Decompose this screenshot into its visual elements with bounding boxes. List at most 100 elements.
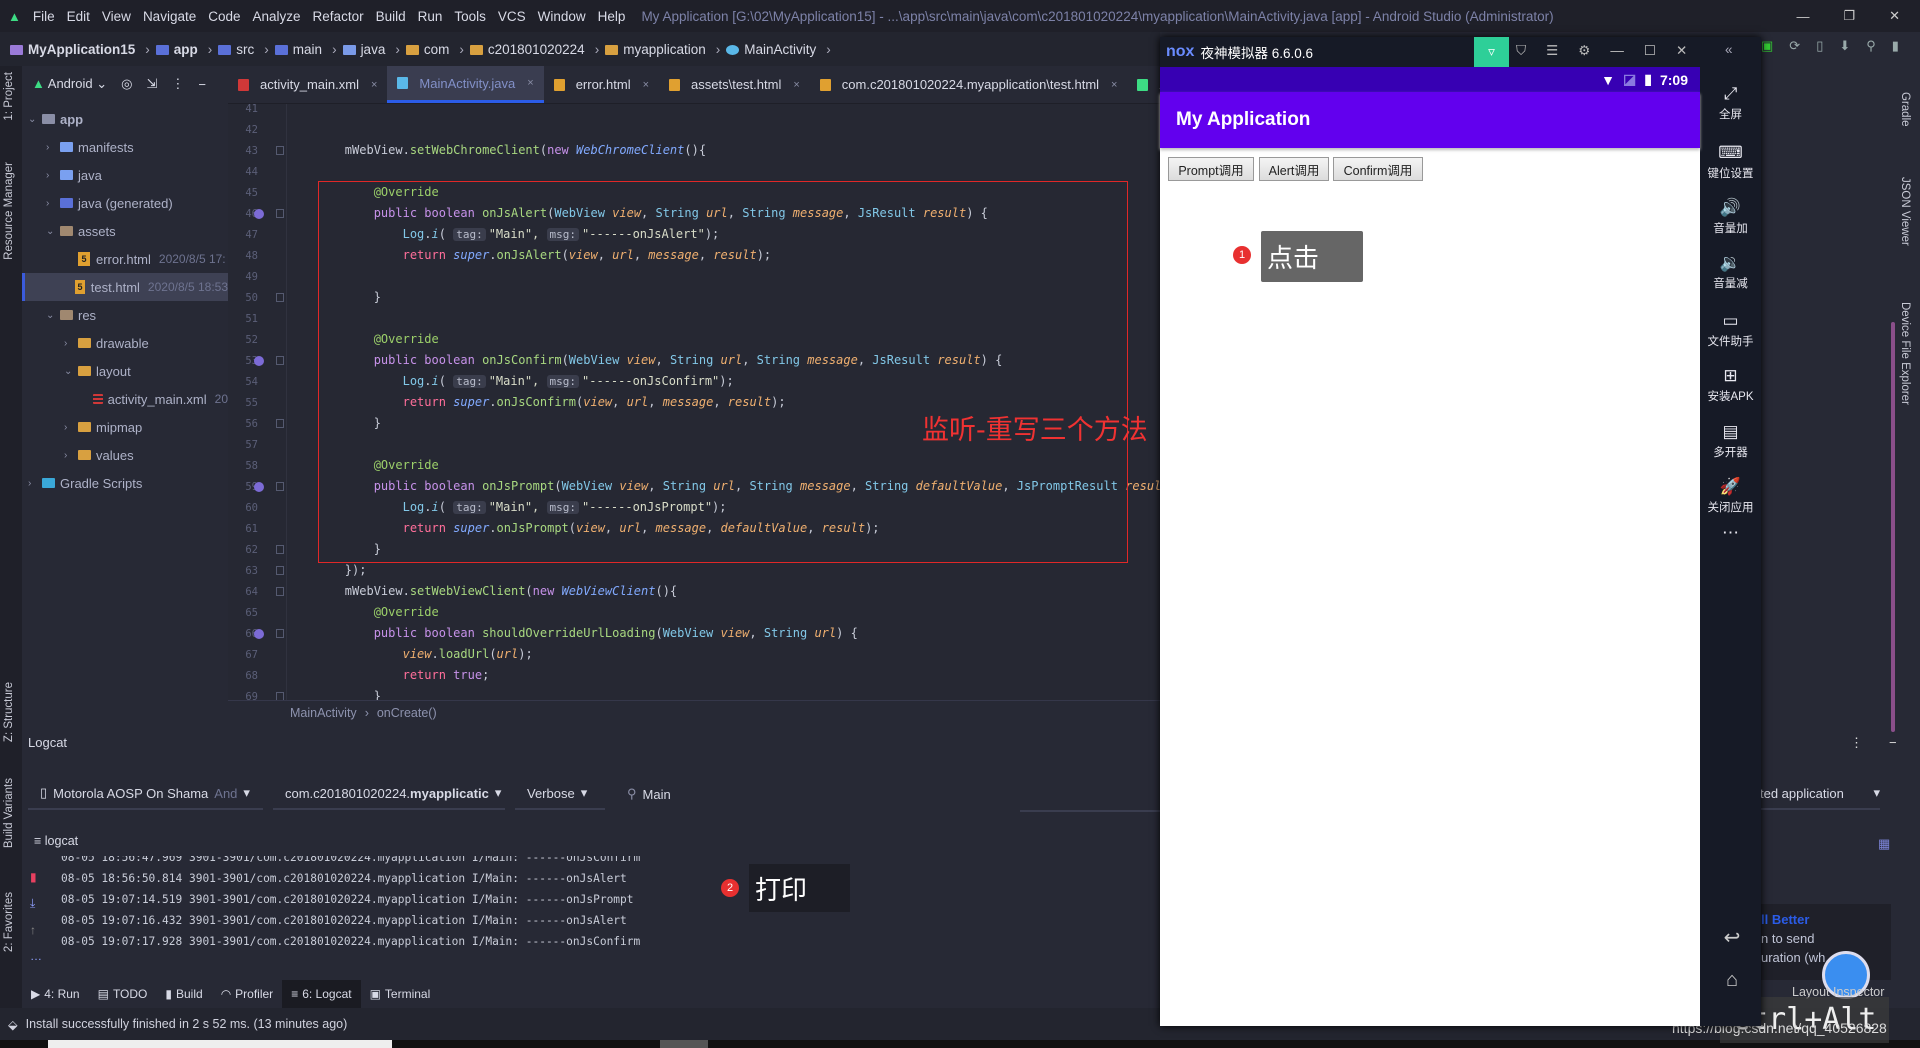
project-view-dropdown[interactable]: ▲ Android ⌄ [32,76,107,92]
emulator-side-多开器[interactable]: ▤ 多开器 [1700,422,1761,460]
collapse-sidebar-icon[interactable]: « [1725,42,1733,57]
tool-gradle[interactable]: Gradle [1899,92,1911,127]
menu-help[interactable]: Help [598,9,626,24]
emulator-side-安装APK[interactable]: ⊞ 安装APK [1700,366,1761,404]
tree-item-manifests[interactable]: › manifests [22,133,228,161]
override-method-icon[interactable] [254,629,264,639]
menu-view[interactable]: View [102,9,131,24]
tree-item-layout[interactable]: ⌄ layout [22,357,228,385]
menu-vcs[interactable]: VCS [498,9,526,24]
menu-edit[interactable]: Edit [67,9,90,24]
tool-favorites[interactable]: 2: Favorites [3,892,15,952]
tree-item-res[interactable]: ⌄ res [22,301,228,329]
scroll-to-end-icon[interactable]: ⤓ [30,896,42,911]
fold-marker-icon[interactable] [276,209,284,218]
bottom-tab-profiler[interactable]: ◠ Profiler [212,980,283,1008]
bottom-tab-4-run[interactable]: ▶ 4: Run [22,980,89,1008]
fold-marker-icon[interactable] [276,419,284,428]
menu-refactor[interactable]: Refactor [313,9,364,24]
log-output[interactable]: 08-05 18:56:47.969 3901-3901/com.c201801… [61,856,761,952]
alert-button[interactable]: Alert调用 [1259,157,1329,181]
tree-item-gradle-scripts[interactable]: › Gradle Scripts [22,469,228,497]
more-icon[interactable]: ⋮ [171,76,184,92]
log-line[interactable]: 08-05 18:56:47.969 3901-3901/com.c201801… [61,856,761,868]
target-icon[interactable]: ◎ [121,76,132,92]
tree-item-java[interactable]: › java [22,161,228,189]
fold-marker-icon[interactable] [276,692,284,700]
scrollbar[interactable] [1891,322,1895,732]
tool-build-variants[interactable]: Build Variants [3,778,15,848]
breadcrumb-item[interactable]: c201801020224 [469,42,585,57]
menu-navigate[interactable]: Navigate [143,9,196,24]
fold-marker-icon[interactable] [276,545,284,554]
tab-activity-main-xml[interactable]: activity_main.xml × [228,66,387,103]
override-method-icon[interactable] [254,209,264,219]
tree-item-test-html[interactable]: 5 test.html 2020/8/5 18:53 [22,273,228,301]
emulator-side-音量减[interactable]: 🔉 音量减 [1700,253,1761,291]
emulator-side-more[interactable]: ⋯ [1700,523,1761,545]
fold-marker-icon[interactable] [276,356,284,365]
hide-icon[interactable]: − [198,77,206,92]
tree-item-drawable[interactable]: › drawable [22,329,228,357]
confirm-button[interactable]: Confirm调用 [1333,157,1423,181]
emulator-side-键位设置[interactable]: ⌨ 键位设置 [1700,143,1761,181]
up-icon[interactable]: ↑ [30,923,42,937]
bottom-tab-build[interactable]: ▮ Build [156,980,211,1008]
close-tab-icon[interactable]: × [527,77,533,89]
crumb-class[interactable]: MainActivity [290,706,357,720]
menu-build[interactable]: Build [376,9,406,24]
menu-file[interactable]: File [33,9,55,24]
breadcrumb-item[interactable]: MainActivity [726,42,816,57]
breadcrumb-item[interactable]: com [405,42,449,57]
home-icon[interactable]: ⌂ [1712,959,1752,1001]
tab-error-html[interactable]: error.html × [544,66,659,103]
bottom-tab-6-logcat[interactable]: ≡ 6: Logcat [282,980,361,1008]
user-icon[interactable]: ▮ [1892,38,1899,54]
tree-item-values[interactable]: › values [22,441,228,469]
tree-item-app[interactable]: ⌄ app [22,105,228,133]
emulator-side-音量加[interactable]: 🔊 音量加 [1700,198,1761,236]
android-screen[interactable]: ▼ ◪ ▮ 7:09 My Application Prompt调用 Alert调用 … [1160,67,1700,1026]
tree-item-activity-main-xml[interactable]: activity_main.xml 20 [22,385,228,413]
emulator-side-文件助手[interactable]: ▭ 文件助手 [1700,311,1761,349]
bottom-tab-todo[interactable]: ▤ TODO [89,980,157,1008]
fold-marker-icon[interactable] [276,587,284,596]
fold-marker-icon[interactable] [276,566,284,575]
minimize-icon[interactable]: — [1610,43,1624,59]
tab-com-c201801020224-myapplication-test-html[interactable]: com.c201801020224.myapplication\test.htm… [810,66,1128,103]
logcat-subtab[interactable]: ≡ logcat [34,834,78,848]
breadcrumb-item[interactable]: src [218,42,254,57]
terminal-icon[interactable]: ▣ [1761,38,1773,54]
close-tab-icon[interactable]: × [643,79,649,91]
bottom-tab-terminal[interactable]: ▣ Terminal [361,980,440,1008]
package-dropdown[interactable]: com.c201801020224.myapplicatic ▾ [273,778,505,810]
avd-icon[interactable]: ▯ [1816,38,1823,54]
menu-code[interactable]: Code [208,9,240,24]
store-icon[interactable]: ▿ [1474,37,1509,67]
restore-icon[interactable]: ❐ [1843,8,1855,24]
clear-logcat-icon[interactable]: ▮ [30,870,42,884]
close-icon[interactable]: ✕ [1676,43,1687,59]
back-icon[interactable]: ↩ [1712,917,1752,959]
tool-json-viewer[interactable]: JSON Viewer [1899,177,1911,246]
more-icon[interactable]: … [30,949,42,963]
sdk-icon[interactable]: ⬇ [1839,38,1850,54]
breadcrumb-item[interactable]: myapplication [605,42,706,57]
fold-marker-icon[interactable] [276,146,284,155]
tab-mainactivity-java[interactable]: MainActivity.java × [387,66,544,103]
minimize-icon[interactable]: — [1796,9,1809,24]
search-icon[interactable]: ⚲ [1866,38,1876,54]
fold-marker-icon[interactable] [276,293,284,302]
log-line[interactable]: 08-05 19:07:14.519 3901-3901/com.c201801… [61,889,761,910]
tree-item-java-generated-[interactable]: › java (generated) [22,189,228,217]
level-dropdown[interactable]: Verbose ▾ [515,778,605,810]
menu-icon[interactable]: ☰ [1546,43,1558,59]
log-search-input[interactable]: ⚲ Main [615,778,683,810]
crumb-method[interactable]: onCreate() [377,706,437,720]
tree-item-mipmap[interactable]: › mipmap [22,413,228,441]
prompt-button[interactable]: Prompt调用 [1168,157,1254,181]
emulator-side-全屏[interactable]: ⤢ 全屏 [1700,84,1761,122]
log-line[interactable]: 08-05 18:56:50.814 3901-3901/com.c201801… [61,868,761,889]
fold-marker-icon[interactable] [276,482,284,491]
close-icon[interactable]: ✕ [1889,8,1900,24]
